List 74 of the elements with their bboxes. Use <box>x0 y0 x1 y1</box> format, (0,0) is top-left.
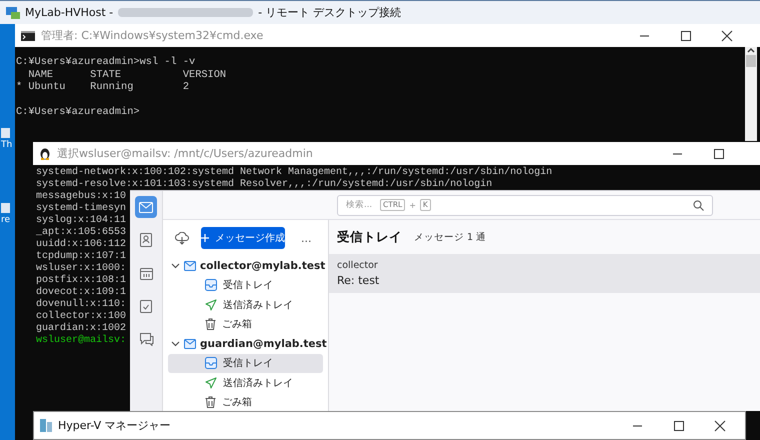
clipboard-check-icon <box>140 299 152 313</box>
trash-icon <box>205 318 216 330</box>
chevron-icon[interactable] <box>171 339 180 348</box>
terminal-line: systemd-resolve:x:101:103:systemd Resolver,,,:/run/systemd:/usr/sbin/nologin <box>36 179 492 190</box>
trash-icon <box>205 396 216 408</box>
folder-item[interactable]: ごみ箱 <box>168 314 323 334</box>
desktop-icon-label[interactable]: Th <box>1 140 12 150</box>
maximize-icon[interactable] <box>672 420 684 432</box>
console-icon <box>21 30 35 40</box>
search-field[interactable]: 検索... <box>346 200 376 210</box>
terminal-prompt: wsluser@mailsv: <box>36 335 126 347</box>
folder-title: 受信トレイ <box>337 228 402 246</box>
folder-item[interactable]: 送信済みトレイ <box>168 373 323 392</box>
maximize-icon[interactable] <box>712 148 724 160</box>
address-book-icon <box>140 233 152 247</box>
window-title: Hyper-V マネージャー <box>58 418 171 433</box>
terminal-line: C:¥Users¥azureadmin> <box>16 106 140 118</box>
message-count: メッセージ 1 通 <box>414 230 486 244</box>
mail-icon <box>184 260 196 271</box>
window-title: 選択wsluser@mailsv: /mnt/c/Users/azureadmin <box>57 146 313 161</box>
window-title: 管理者: C:¥Windows¥system32¥cmd.exe <box>41 28 264 43</box>
terminal-line: systemd-timesyn <box>36 203 126 214</box>
folder-item[interactable]: 受信トレイ <box>168 276 323 295</box>
terminal-line: dovecot:x:109:1 <box>36 287 126 298</box>
terminal-line: dovenull:x:110: <box>36 299 126 310</box>
key-separator: + <box>409 200 416 210</box>
mail-icon <box>184 338 196 349</box>
terminal-line: NAME STATE VERSION <box>27 68 226 81</box>
terminal-line: C:¥Users¥azureadmin>wsl -l -v <box>16 56 196 68</box>
message-sender: collector <box>337 260 379 271</box>
terminal-line: wsluser:x:1000: <box>36 263 126 274</box>
close-icon[interactable] <box>720 30 732 42</box>
terminal-line: tcpdump:x:107:1 <box>36 251 126 262</box>
scrollbar-thumb[interactable] <box>746 55 756 67</box>
more-button[interactable]: ... <box>301 232 312 244</box>
terminal-line: guardian:x:1002 <box>36 323 126 334</box>
maximize-icon[interactable] <box>680 30 692 42</box>
space-tab[interactable] <box>135 196 157 218</box>
compose-button[interactable]: メッセージ作成 <box>201 227 285 249</box>
window-title: - リモート デスクトップ接続 <box>258 5 402 20</box>
inbox-icon <box>205 357 217 370</box>
plus-icon <box>201 234 209 242</box>
inbox-icon <box>205 279 217 292</box>
chevron-icon[interactable] <box>171 261 180 270</box>
terminal-line: messagebus:x:10 <box>36 191 126 202</box>
calendar-icon <box>140 266 152 280</box>
desktop-icon-label[interactable]: re <box>1 215 10 225</box>
chat-icon <box>138 332 154 346</box>
terminal-line: systemd-network:x:100:102:systemd Network Management,,,:/run/systemd:/usr/sbin/nologin <box>36 167 552 178</box>
folder-item[interactable]: 送信済みトレイ <box>168 295 323 314</box>
terminal-line: postfix:x:108:1 <box>36 275 126 286</box>
window-title: MyLab-HVHost - <box>25 6 114 19</box>
account-row[interactable]: guardian@mylab.test <box>163 334 328 354</box>
folder-item[interactable]: 受信トレイ <box>168 354 323 373</box>
send-icon <box>205 376 217 389</box>
terminal-line: * Ubuntu Running 2 <box>16 81 190 94</box>
cloud-download-icon[interactable] <box>175 232 189 244</box>
close-icon[interactable] <box>714 420 726 432</box>
search-icon <box>693 200 704 210</box>
account-row[interactable]: collector@mylab.test <box>163 256 328 276</box>
terminal-line: _apt:x:105:6553 <box>36 227 126 238</box>
terminal-line: syslog:x:104:11 <box>36 215 126 227</box>
terminal-line: collector:x:100 <box>36 311 126 322</box>
message-subject: Re: test <box>337 274 380 287</box>
scroll-up-icon[interactable] <box>747 47 755 53</box>
send-icon <box>205 298 217 311</box>
penguin-icon <box>39 147 51 160</box>
server-icon <box>40 419 52 432</box>
remote-desktop-icon <box>6 6 20 20</box>
message-row[interactable]: collector Re: test <box>329 254 760 293</box>
folder-item[interactable]: ごみ箱 <box>168 392 323 412</box>
scrollbar[interactable] <box>745 47 757 141</box>
mail-icon <box>139 202 153 212</box>
terminal-line: uuidd:x:106:112 <box>36 239 126 250</box>
